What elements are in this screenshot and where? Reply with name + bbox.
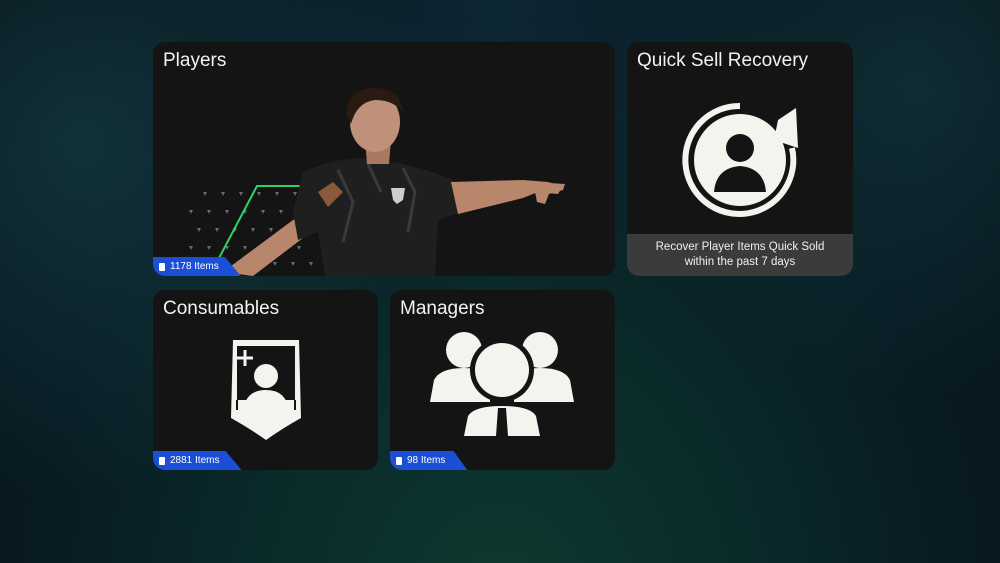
managers-count: 98 Items bbox=[407, 455, 446, 466]
consumables-count-badge: 2881 Items bbox=[153, 451, 242, 470]
item-card-icon bbox=[159, 262, 165, 271]
managers-title: Managers bbox=[400, 298, 485, 319]
user-refresh-icon bbox=[682, 102, 798, 217]
manager-group-icon bbox=[430, 332, 574, 442]
player-photo bbox=[189, 88, 565, 276]
item-card-icon bbox=[396, 456, 402, 465]
players-title: Players bbox=[163, 50, 227, 71]
quick-sell-recovery-title: Quick Sell Recovery bbox=[637, 50, 809, 71]
player-card-plus-icon bbox=[231, 340, 301, 440]
quick-sell-recovery-caption: Recover Player Items Quick Sold within t… bbox=[627, 234, 853, 276]
item-card-icon bbox=[159, 456, 165, 465]
consumables-title: Consumables bbox=[163, 298, 280, 319]
caption-line-2: within the past 7 days bbox=[684, 256, 796, 268]
players-count: 1178 Items bbox=[170, 261, 219, 272]
quick-sell-recovery-tile[interactable]: Quick Sell Recovery Recover Player Items… bbox=[627, 42, 853, 276]
caption-line-1: Recover Player Items Quick Sold bbox=[655, 241, 825, 253]
consumables-count: 2881 Items bbox=[170, 455, 220, 466]
managers-tile[interactable]: Managers 98 Items bbox=[390, 290, 615, 470]
consumables-tile[interactable]: Consumables 2881 Items bbox=[153, 290, 378, 470]
players-tile[interactable]: Players 1178 Items bbox=[153, 42, 615, 276]
managers-count-badge: 98 Items bbox=[390, 451, 468, 470]
